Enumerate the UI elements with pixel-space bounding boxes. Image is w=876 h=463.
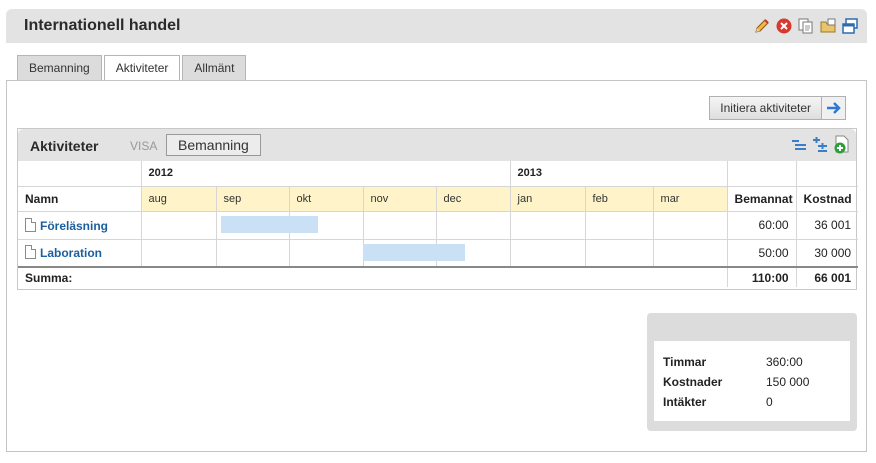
summary-box: Timmar 360:00 Kostnader 150 000 Intäkter… xyxy=(647,313,857,431)
cost-value: 30 000 xyxy=(795,238,859,268)
pencil-icon[interactable] xyxy=(753,17,771,35)
activities-header: Aktiviteter VISA Bemanning xyxy=(18,129,856,161)
staffed-value: 50:00 xyxy=(726,238,797,268)
month-header: aug xyxy=(140,185,217,212)
month-header: okt xyxy=(288,185,364,212)
summary-key: Kostnader xyxy=(663,375,723,389)
year-label: 2013 xyxy=(509,161,728,187)
tab-bar: Bemanning Aktiviteter Allmänt xyxy=(17,55,247,82)
activities-toolbar xyxy=(790,135,852,155)
tab-panel: Initiera aktiviteter Aktiviteter VISA Be… xyxy=(6,80,867,452)
collapse-icon[interactable] xyxy=(790,136,808,154)
year-label: 2012 xyxy=(140,161,511,187)
close-icon[interactable] xyxy=(775,17,793,35)
view-label: VISA xyxy=(130,139,158,153)
header-row: Namn aug sep okt nov dec jan feb mar Bem… xyxy=(18,185,859,212)
gantt-table-wrap: 2012 2013 Namn aug sep okt nov dec jan f… xyxy=(18,161,859,287)
arrow-right-icon xyxy=(821,97,845,119)
summary-row: Intäkter 0 xyxy=(663,395,841,415)
window-title: Internationell handel xyxy=(24,17,181,34)
initiate-activities-label: Initiera aktiviteter xyxy=(720,101,811,115)
column-header-name: Namn xyxy=(18,185,142,212)
month-header: jan xyxy=(509,185,586,212)
month-header: dec xyxy=(435,185,511,212)
summary-key: Timmar xyxy=(663,355,707,369)
month-header: sep xyxy=(215,185,290,212)
tab-allmant[interactable]: Allmänt xyxy=(182,55,247,81)
month-header: mar xyxy=(652,185,728,212)
window-titlebar: Internationell handel xyxy=(6,9,867,43)
summary-value: 150 000 xyxy=(766,375,810,389)
gantt-bar-forelasning[interactable] xyxy=(221,216,318,233)
sum-label: Summa: xyxy=(18,266,728,287)
summary-value: 0 xyxy=(766,395,773,409)
activities-table: 2012 2013 Namn aug sep okt nov dec jan f… xyxy=(18,161,859,287)
activities-section: Aktiviteter VISA Bemanning 2012 2013 Nam… xyxy=(17,128,859,290)
title-toolbar xyxy=(753,17,859,35)
sum-cost: 66 001 xyxy=(795,266,859,287)
copy-icon[interactable] xyxy=(797,17,815,35)
view-bemanning-button[interactable]: Bemanning xyxy=(166,134,261,156)
tab-aktiviteter[interactable]: Aktiviteter xyxy=(103,55,181,82)
sum-row: Summa: 110:00 66 001 xyxy=(18,266,859,287)
column-header-staffed: Bemannat xyxy=(726,185,797,212)
activity-link[interactable]: Laboration xyxy=(40,246,102,260)
summary-value: 360:00 xyxy=(766,355,803,369)
gantt-bar-laboration[interactable] xyxy=(363,244,465,261)
staffed-value: 60:00 xyxy=(726,210,797,240)
month-header: nov xyxy=(362,185,437,212)
document-icon xyxy=(25,245,36,260)
restore-window-icon[interactable] xyxy=(841,17,859,35)
summary-row: Timmar 360:00 xyxy=(663,355,841,375)
summary-content: Timmar 360:00 Kostnader 150 000 Intäkter… xyxy=(654,341,850,421)
summary-key: Intäkter xyxy=(663,395,707,409)
column-header-cost: Kostnad xyxy=(795,185,859,212)
sum-staffed: 110:00 xyxy=(726,266,797,287)
month-header: feb xyxy=(584,185,654,212)
tab-bemanning[interactable]: Bemanning xyxy=(17,55,102,81)
document-icon xyxy=(25,217,36,232)
folder-settings-icon[interactable] xyxy=(819,17,837,35)
expand-icon[interactable] xyxy=(811,136,829,154)
initiate-activities-button[interactable]: Initiera aktiviteter xyxy=(709,96,846,120)
summary-row: Kostnader 150 000 xyxy=(663,375,841,395)
year-row: 2012 2013 xyxy=(18,161,859,187)
activity-link[interactable]: Föreläsning xyxy=(40,219,108,233)
activities-title: Aktiviteter xyxy=(30,138,99,154)
cost-value: 36 001 xyxy=(795,210,859,240)
table-row: Föreläsning 60:00 36 001 xyxy=(18,210,859,240)
add-document-icon[interactable] xyxy=(832,135,852,155)
